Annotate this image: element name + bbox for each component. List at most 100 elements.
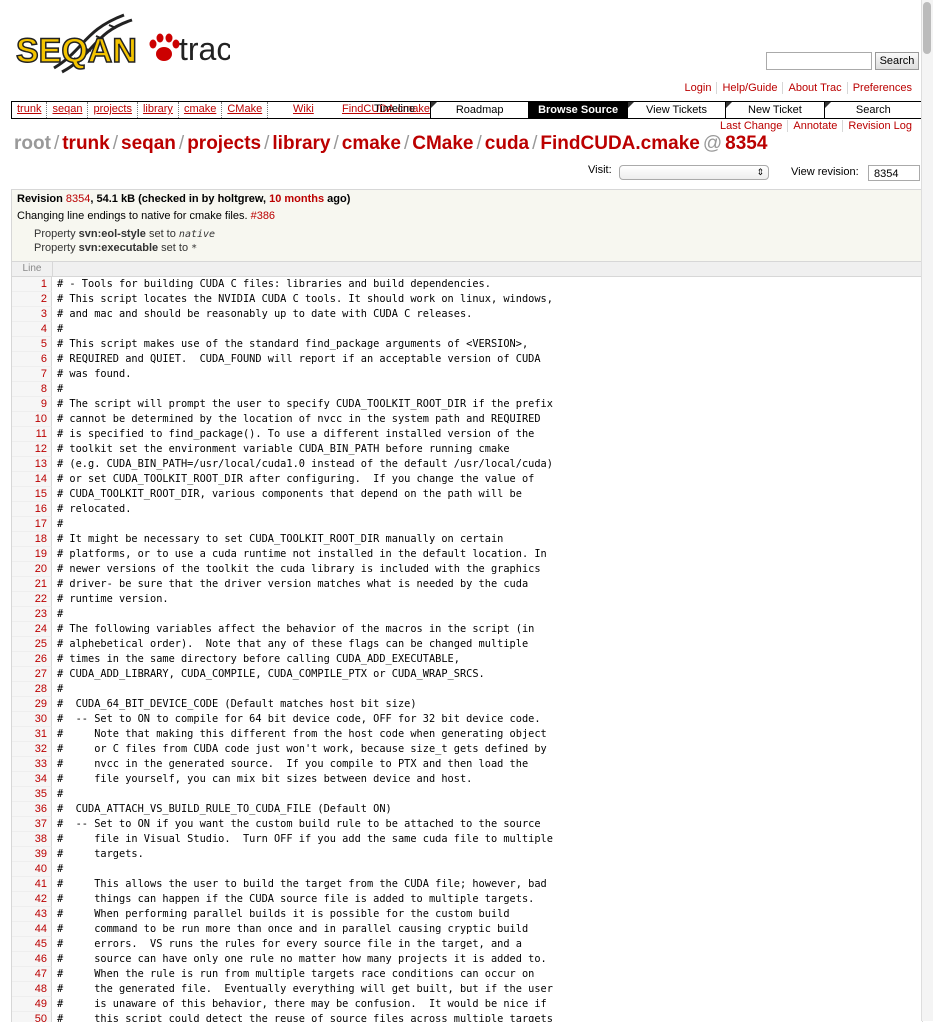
- revision-log-link[interactable]: Revision Log: [842, 120, 917, 132]
- preferences-link[interactable]: Preferences: [846, 82, 917, 94]
- line-number-link[interactable]: 38: [35, 833, 47, 845]
- nav-tab-browse-source[interactable]: Browse Source: [528, 102, 627, 118]
- seqan-trac-logo[interactable]: SEQAN trac: [14, 10, 232, 80]
- ticket-link[interactable]: #386: [251, 210, 275, 222]
- nav-tab-roadmap[interactable]: Roadmap: [430, 102, 528, 118]
- line-number-link[interactable]: 2: [41, 293, 47, 305]
- line-number-link[interactable]: 22: [35, 593, 47, 605]
- line-number-link[interactable]: 6: [41, 353, 47, 365]
- line-number-link[interactable]: 33: [35, 758, 47, 770]
- line-number-link[interactable]: 39: [35, 848, 47, 860]
- line-number-link[interactable]: 15: [35, 488, 47, 500]
- nav-tab-search[interactable]: Search: [823, 102, 922, 118]
- breadcrumb-file[interactable]: FindCUDA.cmake: [540, 133, 699, 154]
- line-number-cell: 26: [12, 652, 52, 667]
- line-number-link[interactable]: 3: [41, 308, 47, 320]
- line-number-link[interactable]: 28: [35, 683, 47, 695]
- nav-tab-timeline[interactable]: Timeline: [374, 103, 415, 115]
- line-number-cell: 44: [12, 922, 52, 937]
- line-number-link[interactable]: 11: [36, 428, 47, 440]
- line-number-link[interactable]: 31: [35, 728, 47, 740]
- nav-link-projects[interactable]: projects: [88, 102, 138, 118]
- visit-select[interactable]: ⇕: [619, 165, 769, 180]
- line-number-link[interactable]: 48: [35, 983, 47, 995]
- line-number-link[interactable]: 23: [35, 608, 47, 620]
- line-number-link[interactable]: 34: [35, 773, 47, 785]
- line-number-link[interactable]: 9: [41, 398, 47, 410]
- last-change-link[interactable]: Last Change: [715, 120, 787, 132]
- annotate-link[interactable]: Annotate: [787, 120, 842, 132]
- line-number-link[interactable]: 37: [35, 818, 47, 830]
- line-number-link[interactable]: 24: [35, 623, 47, 635]
- code-line: 9 # The script will prompt the user to sp…: [12, 397, 922, 412]
- code-text: # REQUIRED and QUIET. CUDA_FOUND will re…: [57, 353, 541, 365]
- line-number-link[interactable]: 44: [35, 923, 47, 935]
- line-number-link[interactable]: 40: [35, 863, 47, 875]
- age-link[interactable]: 10 months: [269, 193, 324, 205]
- line-number-link[interactable]: 36: [35, 803, 47, 815]
- search-button[interactable]: Search: [875, 52, 919, 70]
- view-revision-input[interactable]: 8354: [868, 165, 920, 181]
- line-number-link[interactable]: 29: [35, 698, 47, 710]
- line-number-link[interactable]: 27: [35, 668, 47, 680]
- code-line: 28 #: [12, 682, 922, 697]
- line-number-link[interactable]: 49: [35, 998, 47, 1010]
- code-text: # or set CUDA_TOOLKIT_ROOT_DIR after con…: [57, 473, 535, 485]
- line-number-link[interactable]: 1: [41, 278, 47, 290]
- breadcrumb-trunk[interactable]: trunk: [62, 133, 110, 154]
- line-number-link[interactable]: 4: [41, 323, 47, 335]
- line-number-link[interactable]: 45: [35, 938, 47, 950]
- nav-link-trunk[interactable]: trunk: [12, 102, 48, 118]
- nav-link-CMake[interactable]: CMake: [222, 102, 269, 118]
- line-number-link[interactable]: 18: [35, 533, 47, 545]
- line-number-link[interactable]: 8: [41, 383, 47, 395]
- breadcrumb-projects[interactable]: projects: [187, 133, 261, 154]
- line-number-link[interactable]: 10: [35, 413, 47, 425]
- line-number-link[interactable]: 41: [35, 878, 47, 890]
- breadcrumb-cmake[interactable]: cmake: [342, 133, 401, 154]
- line-number-link[interactable]: 7: [41, 368, 47, 380]
- nav-tab-view-tickets[interactable]: View Tickets: [626, 102, 725, 118]
- about-trac-link[interactable]: About Trac: [782, 82, 846, 94]
- code-line: 40 #: [12, 862, 922, 877]
- revision-link[interactable]: 8354: [66, 193, 90, 205]
- breadcrumb-revision[interactable]: 8354: [725, 133, 767, 154]
- nav-link-library[interactable]: library: [138, 102, 179, 118]
- breadcrumb-cuda[interactable]: cuda: [485, 133, 529, 154]
- breadcrumb-CMake[interactable]: CMake: [412, 133, 473, 154]
- line-number-link[interactable]: 17: [35, 518, 47, 530]
- line-number-link[interactable]: 46: [35, 953, 47, 965]
- line-number-link[interactable]: 43: [35, 908, 47, 920]
- line-number-link[interactable]: 5: [41, 338, 47, 350]
- nav-tab-wiki[interactable]: Wiki: [293, 103, 314, 115]
- line-number-link[interactable]: 12: [35, 443, 47, 455]
- code-text: # (e.g. CUDA_BIN_PATH=/usr/local/cuda1.0…: [57, 458, 553, 470]
- line-number-link[interactable]: 32: [35, 743, 47, 755]
- help-guide-link[interactable]: Help/Guide: [716, 82, 782, 94]
- line-number-link[interactable]: 21: [35, 578, 47, 590]
- line-number-link[interactable]: 14: [35, 473, 47, 485]
- line-number-cell: 38: [12, 832, 52, 847]
- line-number-link[interactable]: 19: [35, 548, 47, 560]
- breadcrumb-library[interactable]: library: [272, 133, 330, 154]
- line-number-link[interactable]: 20: [35, 563, 47, 575]
- code-text: #: [57, 323, 64, 335]
- code-text: #: [57, 788, 64, 800]
- login-link[interactable]: Login: [680, 82, 717, 94]
- nav-link-seqan[interactable]: seqan: [47, 102, 89, 118]
- breadcrumb-seqan[interactable]: seqan: [121, 133, 176, 154]
- nav-link-cmake[interactable]: cmake: [179, 102, 223, 118]
- line-number-link[interactable]: 30: [35, 713, 47, 725]
- line-number-link[interactable]: 13: [35, 458, 47, 470]
- line-number-link[interactable]: 47: [35, 968, 47, 980]
- line-number-link[interactable]: 25: [35, 638, 47, 650]
- search-input[interactable]: [766, 52, 872, 70]
- vertical-scrollbar[interactable]: [921, 0, 933, 1021]
- scrollbar-thumb[interactable]: [923, 2, 931, 54]
- line-number-link[interactable]: 26: [35, 653, 47, 665]
- line-number-link[interactable]: 35: [35, 788, 47, 800]
- line-number-link[interactable]: 16: [35, 503, 47, 515]
- line-number-link[interactable]: 42: [35, 893, 47, 905]
- nav-tab-new-ticket[interactable]: New Ticket: [725, 102, 823, 118]
- breadcrumb-root[interactable]: root: [14, 133, 51, 154]
